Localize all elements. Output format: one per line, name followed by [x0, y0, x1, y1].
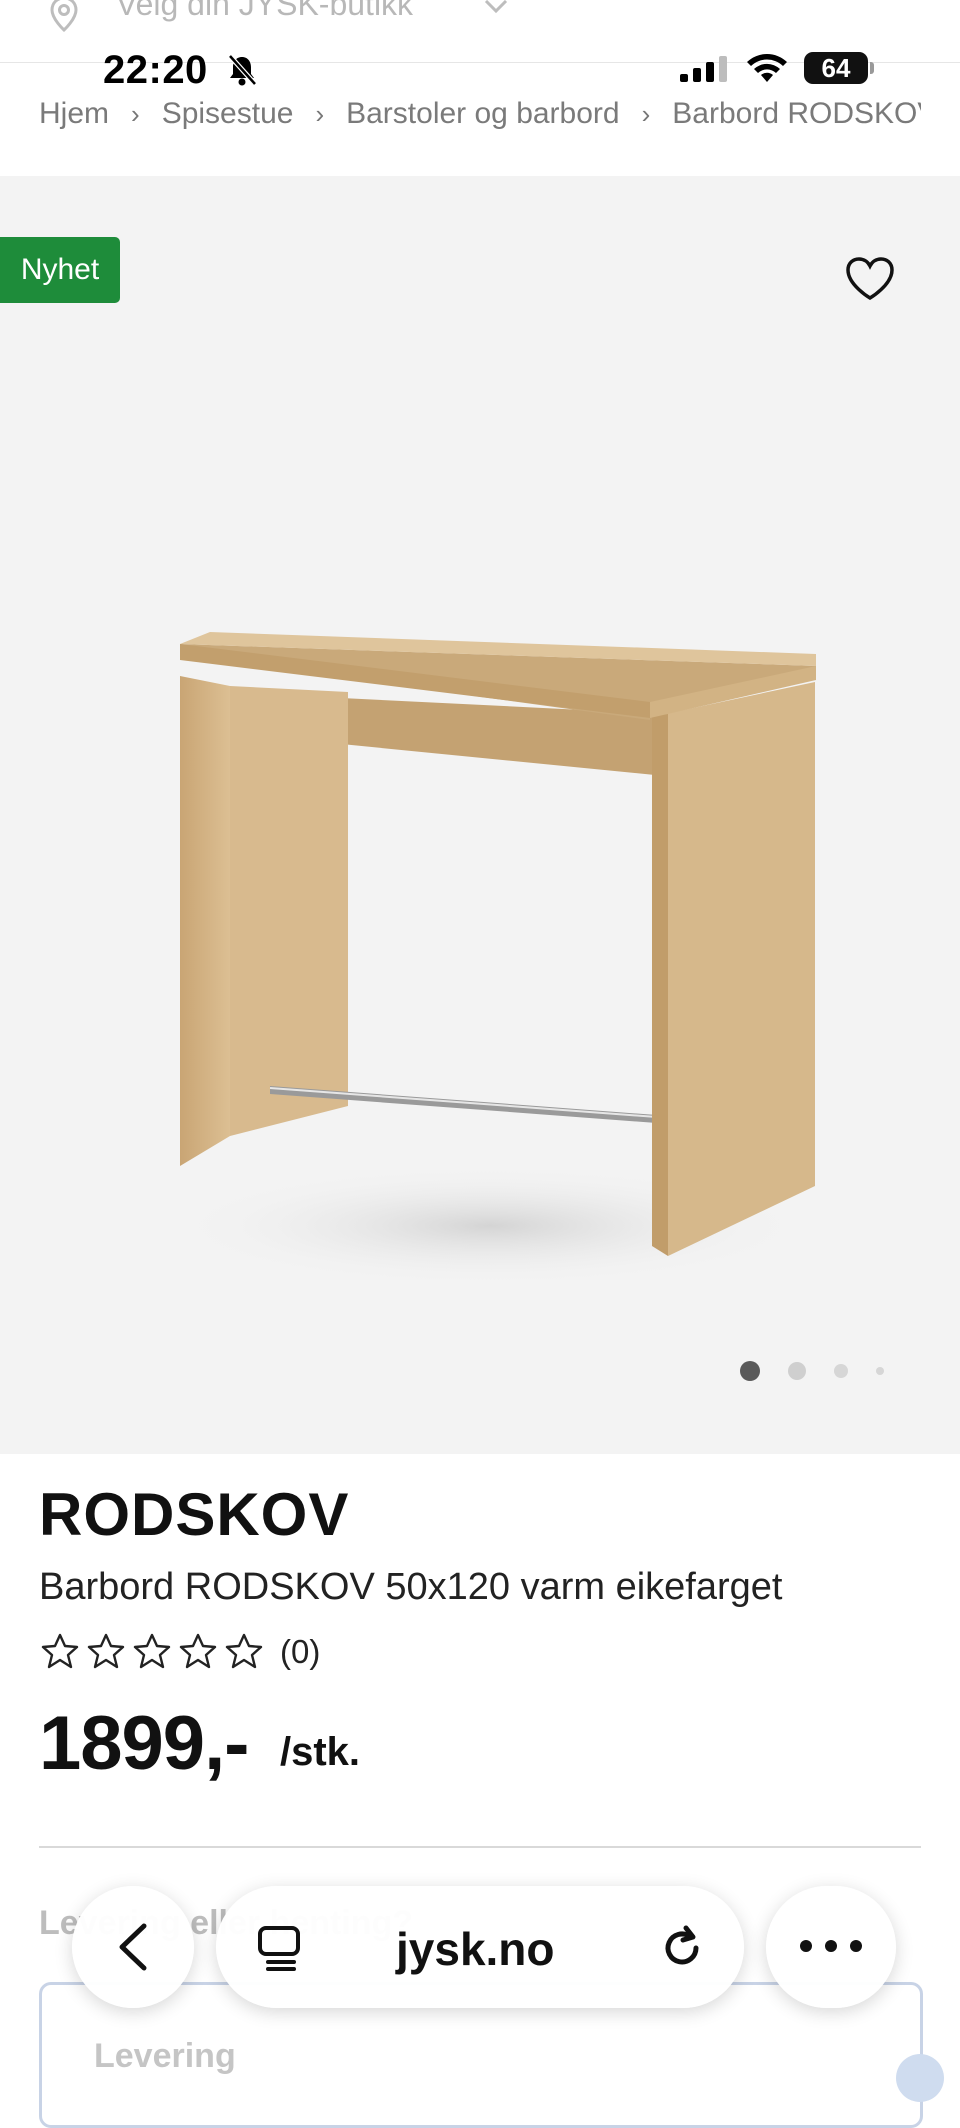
favorite-heart-icon[interactable] — [842, 254, 898, 304]
delivery-option-label: Levering — [94, 2037, 236, 2075]
breadcrumb-item-dining[interactable]: Spisestue — [162, 97, 294, 131]
new-badge: Nyhet — [0, 237, 120, 303]
status-bar: 22:20 64 — [0, 44, 960, 94]
back-button[interactable] — [72, 1886, 194, 2008]
clock: 22:20 — [103, 48, 208, 92]
chat-bubble-icon[interactable] — [896, 2054, 944, 2102]
breadcrumb: Hjem › Spisestue › Barstoler og barbord › Barb… — [39, 96, 921, 142]
silent-bell-icon — [224, 52, 260, 93]
product-price: 1899,- — [39, 1701, 249, 1786]
pagination-dot[interactable] — [834, 1364, 848, 1378]
rating-stars[interactable]: (0) — [40, 1632, 320, 1672]
star-empty-icon — [225, 1633, 263, 1669]
star-empty-icon — [41, 1633, 79, 1669]
tab-overview-icon[interactable] — [254, 1924, 304, 1977]
ellipsis-icon — [800, 1940, 862, 1952]
store-selector-label[interactable]: Velg din JYSK-butikk — [116, 0, 413, 23]
location-pin-icon — [44, 0, 84, 39]
star-empty-icon — [133, 1633, 171, 1669]
battery-tip — [870, 62, 874, 74]
product-brand: RODSKOV — [39, 1481, 350, 1548]
breadcrumb-item-barstools[interactable]: Barstoler og barbord — [346, 97, 620, 131]
breadcrumb-separator-icon: › — [131, 98, 140, 129]
pagination-dot-active[interactable] — [740, 1361, 760, 1381]
wifi-icon — [744, 52, 790, 91]
pagination-dot[interactable] — [876, 1367, 884, 1375]
more-options-button[interactable] — [766, 1886, 896, 2008]
breadcrumb-item-current: Barbord RODSKOV 50x120 varm eikefarget — [672, 97, 921, 131]
address-bar[interactable]: jysk.no — [216, 1886, 744, 2008]
product-image — [150, 466, 830, 1351]
chevron-down-icon — [482, 0, 510, 21]
product-title: Barbord RODSKOV 50x120 varm eikefarget — [39, 1566, 783, 1608]
cellular-signal-icon — [680, 54, 730, 89]
star-empty-icon — [87, 1633, 125, 1669]
breadcrumb-separator-icon: › — [315, 98, 325, 129]
review-count[interactable]: (0) — [280, 1633, 320, 1671]
section-divider — [39, 1846, 921, 1848]
pagination-dot[interactable] — [788, 1362, 806, 1380]
product-image-gallery[interactable]: Nyhet — [0, 176, 960, 1454]
url-text[interactable]: jysk.no — [396, 1922, 555, 1976]
battery-indicator: 64 — [804, 52, 868, 84]
reload-icon[interactable] — [656, 1922, 708, 1979]
browser-toolbar: jysk.no — [0, 1880, 960, 2010]
star-empty-icon — [179, 1633, 217, 1669]
chevron-left-icon — [119, 1923, 147, 1971]
breadcrumb-item-home[interactable]: Hjem — [39, 97, 109, 131]
price-unit: /stk. — [280, 1730, 361, 1774]
breadcrumb-separator-icon: › — [641, 98, 651, 129]
